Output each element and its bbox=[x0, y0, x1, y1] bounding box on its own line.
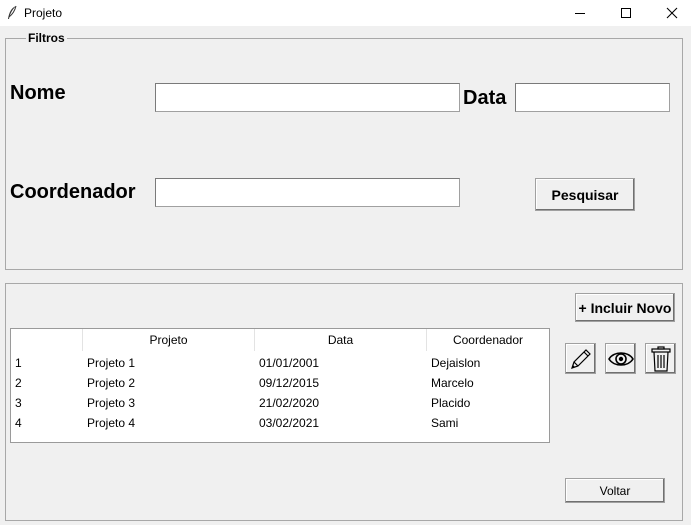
eye-icon bbox=[607, 351, 634, 366]
maximize-icon bbox=[621, 8, 631, 18]
delete-button[interactable] bbox=[645, 343, 676, 374]
table-row[interactable]: 1 Projeto 1 01/01/2001 Dejaislon bbox=[11, 353, 549, 373]
close-icon bbox=[666, 7, 678, 19]
feather-icon bbox=[6, 5, 18, 21]
cell-data: 21/02/2020 bbox=[259, 396, 320, 410]
title-bar: Projeto bbox=[0, 0, 691, 26]
minimize-button[interactable] bbox=[557, 0, 603, 26]
voltar-button-label: Voltar bbox=[599, 483, 631, 498]
cell-data: 09/12/2015 bbox=[259, 376, 320, 390]
projetos-table: Projeto Data Coordenador 1 Projeto 1 01/… bbox=[10, 328, 550, 443]
data-input[interactable] bbox=[515, 83, 670, 112]
cell-data: 03/02/2021 bbox=[259, 416, 320, 430]
table-header: Projeto Data Coordenador bbox=[11, 329, 549, 351]
pesquisar-button[interactable]: Pesquisar bbox=[535, 178, 635, 211]
cell-coordenador: Dejaislon bbox=[431, 356, 481, 370]
table-row[interactable]: 2 Projeto 2 09/12/2015 Marcelo bbox=[11, 373, 549, 393]
incluir-novo-button[interactable]: + Incluir Novo bbox=[575, 293, 675, 322]
cell-data: 01/01/2001 bbox=[259, 356, 320, 370]
coordenador-input[interactable] bbox=[155, 178, 460, 207]
edit-button[interactable] bbox=[565, 343, 596, 374]
nome-input[interactable] bbox=[155, 83, 460, 112]
cell-projeto: Projeto 2 bbox=[87, 376, 136, 390]
cell-index: 2 bbox=[15, 376, 22, 390]
cell-coordenador: Sami bbox=[431, 416, 459, 430]
minimize-icon bbox=[575, 13, 585, 14]
table-row[interactable]: 3 Projeto 3 21/02/2020 Placido bbox=[11, 393, 549, 413]
column-header-data[interactable]: Data bbox=[255, 329, 427, 351]
voltar-button[interactable]: Voltar bbox=[565, 478, 665, 503]
table-row[interactable]: 4 Projeto 4 03/02/2021 Sami bbox=[11, 413, 549, 433]
maximize-button[interactable] bbox=[603, 0, 649, 26]
cell-projeto: Projeto 1 bbox=[87, 356, 136, 370]
cell-projeto: Projeto 4 bbox=[87, 416, 136, 430]
cell-index: 3 bbox=[15, 396, 22, 410]
window-title: Projeto bbox=[24, 6, 63, 20]
cell-coordenador: Placido bbox=[431, 396, 471, 410]
close-button[interactable] bbox=[649, 0, 691, 26]
column-header-index[interactable] bbox=[11, 329, 83, 351]
column-header-projeto[interactable]: Projeto bbox=[83, 329, 255, 351]
pesquisar-button-label: Pesquisar bbox=[551, 186, 619, 203]
filtros-legend: Filtros bbox=[26, 31, 67, 45]
data-label: Data bbox=[463, 87, 507, 109]
view-button[interactable] bbox=[605, 343, 636, 374]
cell-projeto: Projeto 3 bbox=[87, 396, 136, 410]
coordenador-label: Coordenador bbox=[10, 181, 136, 203]
incluir-novo-button-label: + Incluir Novo bbox=[578, 299, 672, 316]
cell-index: 4 bbox=[15, 416, 22, 430]
cell-coordenador: Marcelo bbox=[431, 376, 474, 390]
column-header-coordenador[interactable]: Coordenador bbox=[427, 329, 549, 351]
filtros-frame bbox=[5, 38, 683, 270]
pencil-icon bbox=[570, 348, 591, 369]
trash-icon bbox=[650, 345, 671, 372]
nome-label: Nome bbox=[10, 82, 66, 104]
cell-index: 1 bbox=[15, 356, 22, 370]
